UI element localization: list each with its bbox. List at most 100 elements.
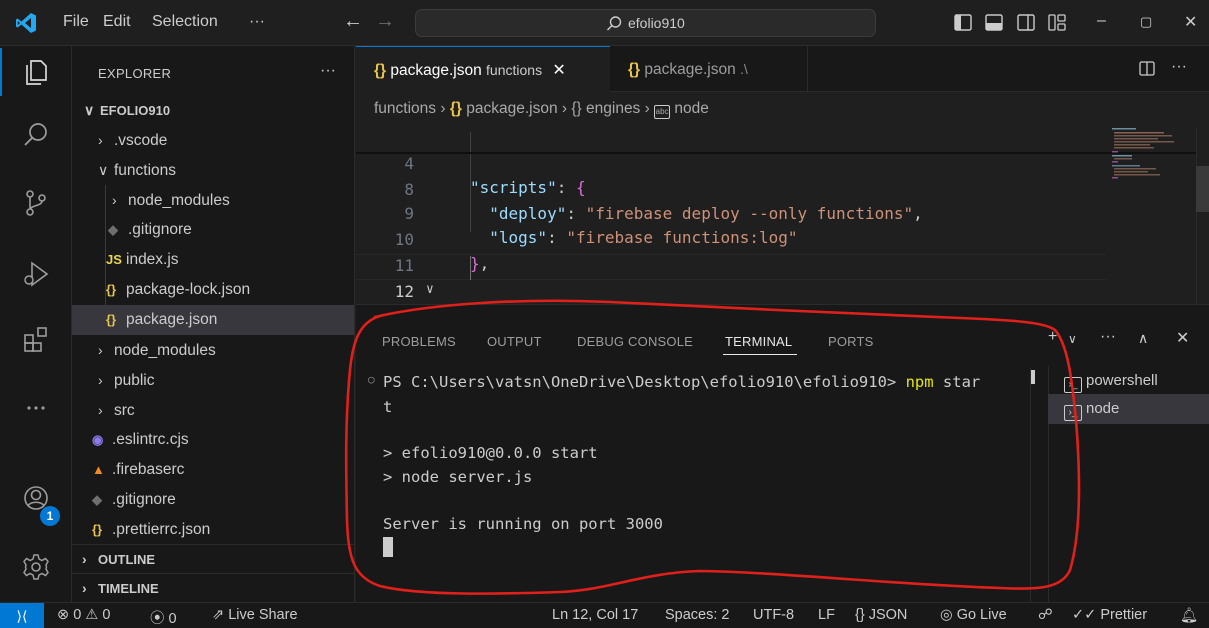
tree-item-public[interactable]: › public — [72, 365, 354, 395]
tree-item-label: .gitignore — [128, 221, 192, 238]
menu-selection[interactable]: Selection — [152, 13, 218, 31]
tree-item-src[interactable]: › src — [72, 395, 354, 425]
tree-item-eslintrc[interactable]: ◉ .eslintrc.cjs — [72, 425, 354, 455]
tab-terminal[interactable]: TERMINAL — [725, 334, 792, 349]
tree-item-index-js[interactable]: JS index.js — [72, 245, 354, 275]
explorer-more-actions[interactable]: ··· — [320, 62, 336, 80]
json-file-icon: {} — [628, 61, 641, 78]
chevron-down-icon[interactable]: ∨ — [1068, 332, 1077, 346]
firebase-icon: ▲ — [92, 462, 105, 477]
tree-item-prettierrc[interactable]: {} .prettierrc.json — [72, 515, 354, 545]
code-line: 4 "scripts": { — [356, 128, 585, 197]
timeline-section[interactable]: › TIMELINE — [72, 573, 354, 601]
close-icon[interactable]: ✕ — [1184, 12, 1197, 32]
copilot-icon[interactable]: ☍ — [1038, 607, 1053, 623]
end-of-line[interactable]: LF — [818, 607, 835, 623]
files-icon[interactable] — [20, 56, 52, 88]
tab-debug-console[interactable]: DEBUG CONSOLE — [577, 334, 693, 349]
maximize-panel-icon[interactable]: ∧ — [1138, 330, 1148, 347]
ports-indicator[interactable]: ⦿ 0 — [150, 607, 177, 628]
encoding[interactable]: UTF-8 — [753, 607, 794, 623]
toggle-primary-sidebar-icon[interactable] — [954, 14, 972, 31]
restore-icon[interactable]: ▢ — [1140, 14, 1152, 30]
prettier-button[interactable]: ✓✓ Prettier — [1072, 607, 1147, 623]
breadcrumb-functions[interactable]: functions — [374, 100, 436, 117]
terminal-list-item-powershell[interactable]: ›_ powershell — [1048, 366, 1209, 396]
code-editor[interactable]: 4 "scripts": { 8 "deploy": "firebase dep… — [356, 128, 1209, 304]
source-control-icon[interactable] — [20, 187, 52, 219]
chevron-right-icon: › — [98, 132, 103, 148]
toggle-secondary-sidebar-icon[interactable] — [1017, 14, 1035, 31]
tree-item-vscode[interactable]: › .vscode — [72, 125, 354, 155]
search-icon[interactable] — [20, 119, 52, 151]
outline-section[interactable]: › OUTLINE — [72, 544, 354, 572]
close-panel-icon[interactable]: ✕ — [1176, 328, 1189, 348]
language-mode[interactable]: {} JSON — [855, 607, 907, 623]
editor-more-actions[interactable]: ··· — [1171, 58, 1187, 76]
tree-item-label: .prettierrc.json — [112, 521, 211, 538]
split-editor-icon[interactable] — [1139, 61, 1155, 76]
tree-item-functions[interactable]: ∨ functions — [72, 155, 354, 185]
json-file-icon: {} — [92, 522, 103, 537]
close-tab-icon[interactable]: ✕ — [552, 62, 565, 79]
extensions-icon[interactable] — [20, 323, 52, 355]
fold-chevron-icon[interactable]: ∨ — [426, 278, 434, 302]
toggle-panel-icon[interactable] — [985, 14, 1003, 31]
tree-item-label: node_modules — [128, 192, 230, 209]
tab-package-json-root[interactable]: {} package.json .\ — [610, 46, 808, 92]
tree-item-gitignore[interactable]: ◆ .gitignore — [72, 215, 354, 245]
minimap[interactable] — [1100, 124, 1196, 304]
json-file-icon: {} — [449, 100, 462, 117]
gitignore-icon: ◆ — [92, 492, 102, 507]
tree-item-package-lock-json[interactable]: {} package-lock.json — [72, 275, 354, 305]
menu-more[interactable]: ··· — [249, 13, 265, 31]
tree-item-label: src — [114, 402, 135, 419]
ports-icon: ⦿ — [150, 611, 165, 627]
live-share-button[interactable]: ⇗ Live Share — [212, 607, 298, 623]
minimize-icon[interactable]: – — [1097, 12, 1106, 30]
remote-indicator-icon[interactable]: ⟩⟨ — [0, 603, 44, 628]
notifications-bell-icon[interactable]: 🔔︎ — [1180, 607, 1198, 624]
tree-item-firebaserc[interactable]: ▲ .firebaserc — [72, 455, 354, 485]
panel-more-icon[interactable]: ··· — [1100, 328, 1116, 346]
go-live-button[interactable]: ◎ Go Live — [940, 607, 1007, 623]
menu-edit[interactable]: Edit — [103, 13, 131, 31]
editor-scrollbar[interactable] — [1196, 128, 1209, 304]
tree-item-label: public — [114, 372, 155, 389]
json-file-icon: {} — [106, 282, 117, 297]
back-arrow-icon[interactable]: ← — [343, 10, 363, 33]
tab-package-json-functions[interactable]: {} package.json functions ✕ — [356, 46, 610, 92]
indentation[interactable]: Spaces: 2 — [665, 607, 730, 623]
run-debug-icon[interactable] — [20, 258, 52, 290]
root-folder-label: EFOLIO910 — [100, 103, 171, 118]
terminal-scrollbar[interactable] — [1030, 368, 1043, 602]
breadcrumb-engines[interactable]: engines — [586, 100, 640, 117]
chevron-right-icon: › — [98, 372, 103, 388]
cursor-position[interactable]: Ln 12, Col 17 — [552, 607, 638, 623]
settings-gear-icon[interactable] — [20, 551, 52, 583]
search-text: efolio910 — [628, 15, 685, 31]
customize-layout-icon[interactable] — [1048, 14, 1066, 31]
tree-item-node-modules[interactable]: › node_modules — [72, 185, 354, 215]
tab-ports[interactable]: PORTS — [828, 334, 874, 349]
root-folder[interactable]: ∨ EFOLIO910 — [72, 95, 354, 125]
tree-item-label: index.js — [126, 251, 179, 268]
breadcrumb-file[interactable]: package.json — [466, 100, 557, 117]
tab-problems[interactable]: PROBLEMS — [382, 334, 456, 349]
tree-item-package-json[interactable]: {} package.json — [72, 305, 354, 335]
tree-item-node-modules-root[interactable]: › node_modules — [72, 335, 354, 365]
menu-file[interactable]: File — [63, 13, 89, 31]
editor-scrollbar-thumb[interactable] — [1196, 166, 1209, 212]
tab-description: functions — [486, 62, 543, 78]
accounts-badge: 1 — [40, 506, 60, 526]
more-icon[interactable] — [20, 392, 52, 424]
forward-arrow-icon[interactable]: → — [375, 10, 395, 33]
broadcast-icon: ◎ — [940, 607, 953, 623]
tree-item-gitignore-root[interactable]: ◆ .gitignore — [72, 485, 354, 515]
tab-output[interactable]: OUTPUT — [487, 334, 542, 349]
problems-indicator[interactable]: ⊗ 0 ⚠ 0 — [57, 607, 110, 623]
terminal-list-item-node[interactable]: ›_ node — [1048, 394, 1209, 424]
command-center-search[interactable]: efolio910 — [415, 9, 876, 37]
new-terminal-icon[interactable]: + — [1048, 328, 1057, 346]
breadcrumb-node[interactable]: node — [674, 100, 708, 117]
